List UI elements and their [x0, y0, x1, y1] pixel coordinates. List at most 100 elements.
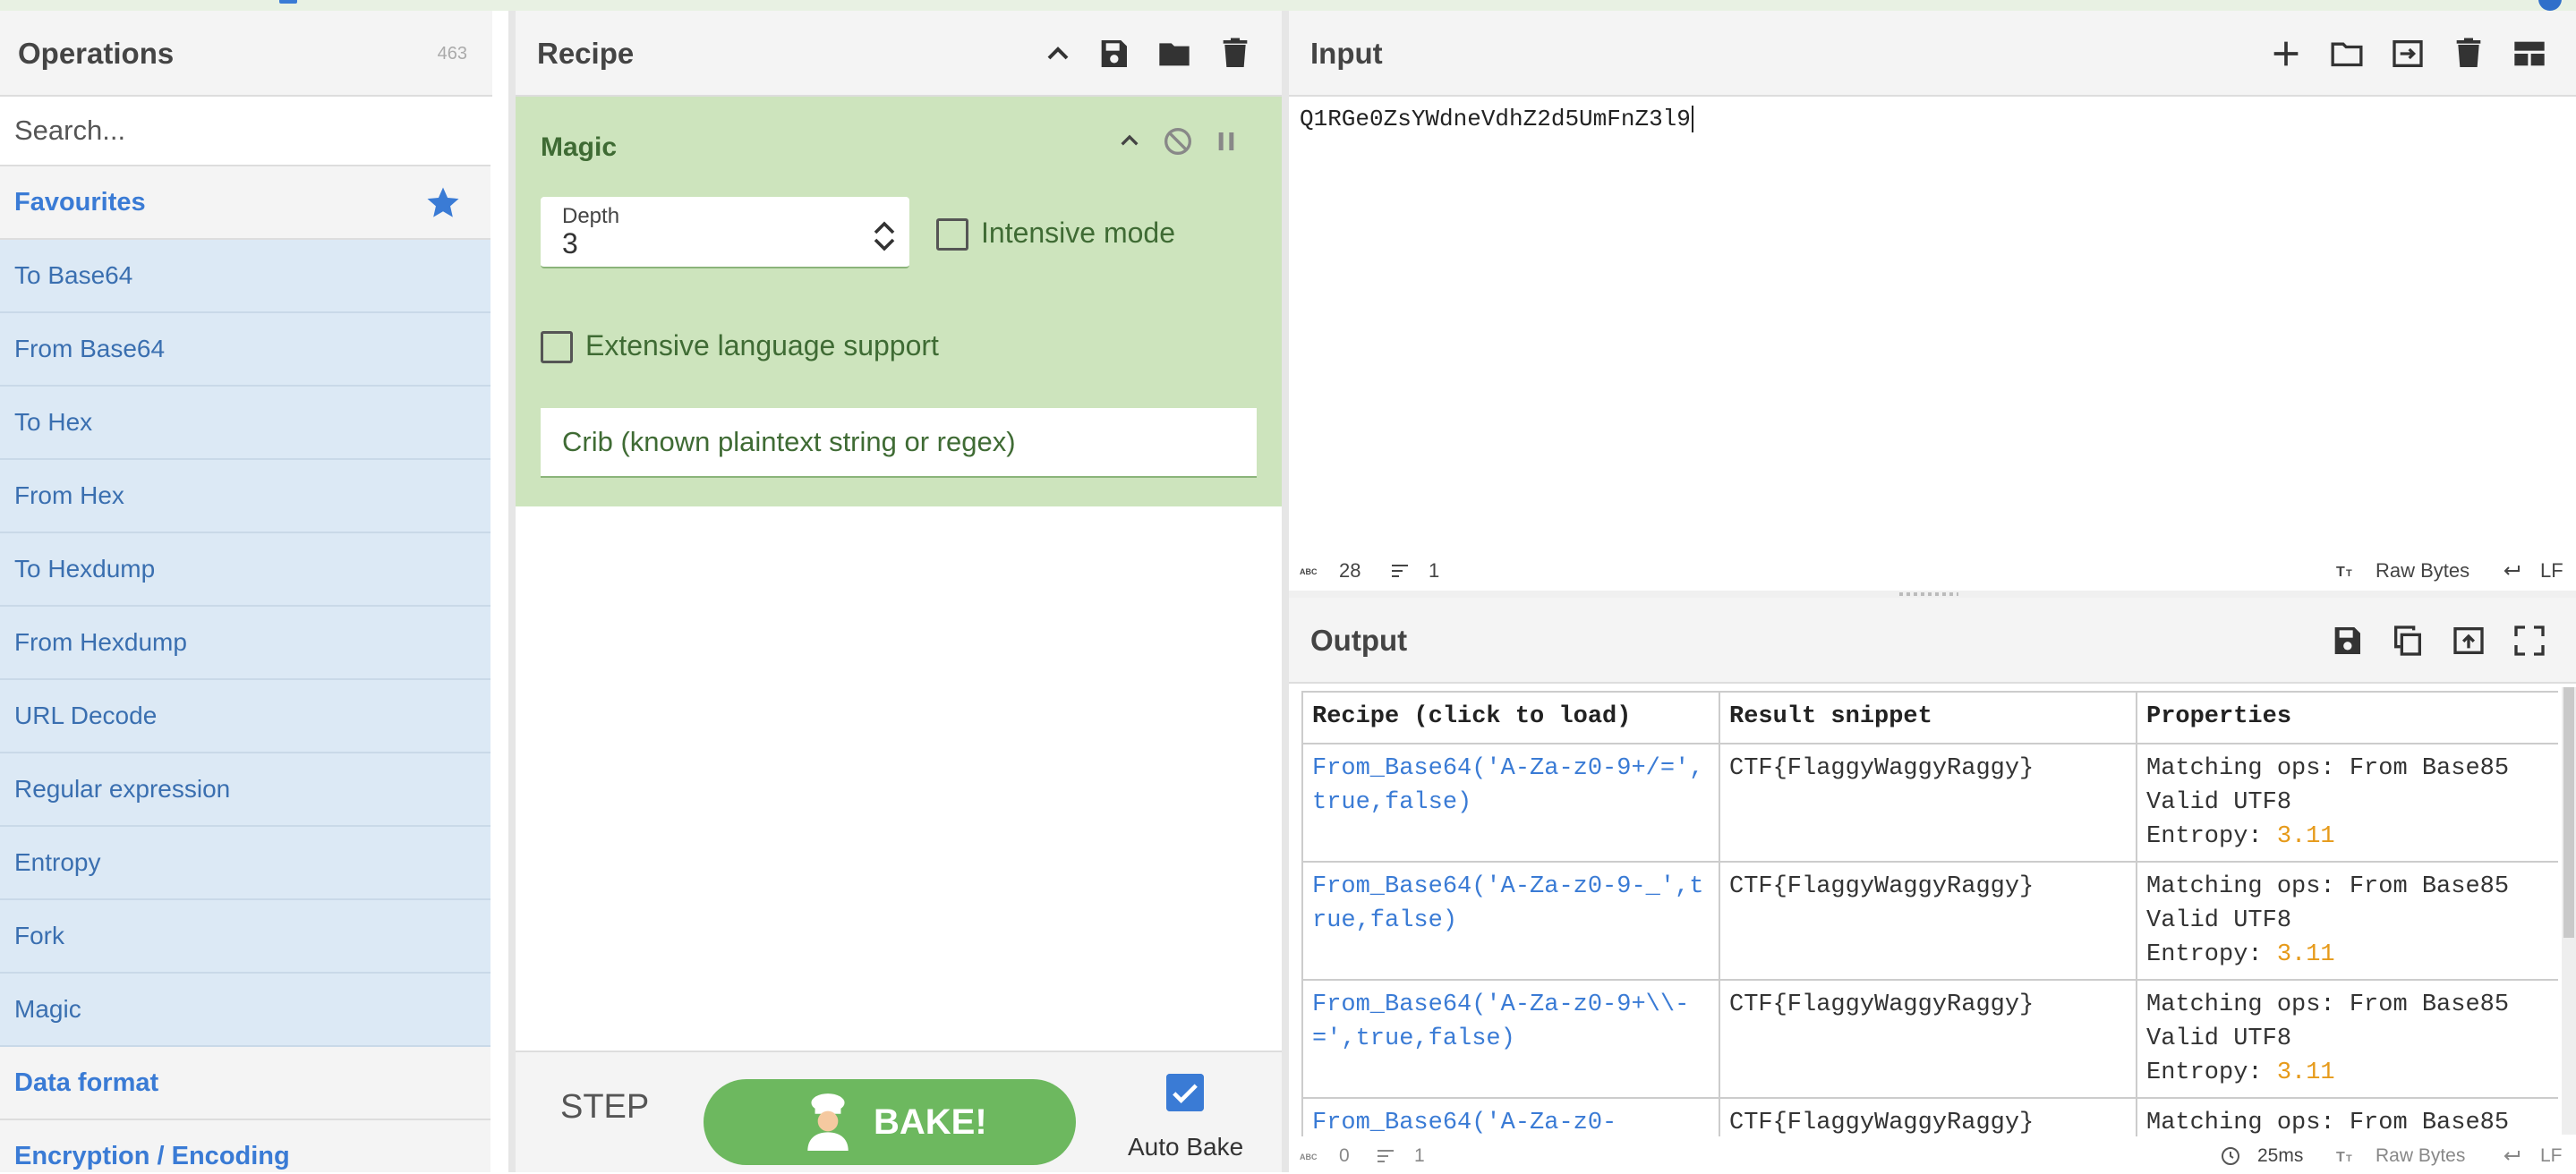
- recipe-panel: Recipe Magic Depth 3 Intensive mode Exte…: [516, 11, 1282, 1172]
- open-folder-icon[interactable]: [2329, 36, 2365, 72]
- depth-value[interactable]: 3: [562, 227, 578, 260]
- output-status-bar: ABC 0 1 25ms TT Raw Bytes LF: [1289, 1138, 2576, 1174]
- load-recipe-folder-icon[interactable]: [1156, 36, 1192, 72]
- recipe-load-link[interactable]: From_Base64('A-Za-z0-: [1301, 1097, 1720, 1136]
- recipe-load-link[interactable]: From_Base64('A-Za-z0-9+\\-=',true,false): [1301, 979, 1720, 1099]
- matching-ops: Matching ops: From Base85: [2146, 873, 2510, 900]
- result-snippet: CTF{FlaggyWaggyRaggy}: [1719, 743, 2137, 863]
- text-encoding-icon: TT: [2336, 1150, 2352, 1165]
- valid-utf8: Valid UTF8: [2146, 789, 2292, 816]
- input-panel: Input Q1RGe0ZsYWdneVdhZ2d5UmFnZ3l9 ABC 2…: [1289, 11, 2576, 591]
- operation-item-url-decode[interactable]: URL Decode: [0, 680, 490, 753]
- recipe-load-link[interactable]: From_Base64('A-Za-z0-9+/=',true,false): [1301, 743, 1720, 863]
- bake-label: BAKE!: [874, 1102, 987, 1142]
- add-input-plus-icon[interactable]: [2268, 36, 2304, 72]
- entropy-label: Entropy:: [2146, 941, 2277, 968]
- entropy-label: Entropy:: [2146, 1059, 2277, 1086]
- copy-output-icon[interactable]: [2390, 623, 2426, 659]
- operation-item-from-hexdump[interactable]: From Hexdump: [0, 607, 490, 680]
- category-data-format-label: Data format: [14, 1068, 159, 1097]
- operations-header: Operations 463: [0, 11, 492, 97]
- disable-operation-icon[interactable]: [1160, 123, 1196, 159]
- input-text: Q1RGe0ZsYWdneVdhZ2d5UmFnZ3l9: [1300, 106, 1691, 132]
- properties-cell: Matching ops: From Base85 Valid UTF8 Ent…: [2136, 743, 2558, 863]
- operation-item-magic[interactable]: Magic: [0, 974, 490, 1047]
- svg-text:ABC: ABC: [1300, 1153, 1318, 1161]
- operation-list: To Base64 From Base64 To Hex From Hex To…: [0, 240, 490, 1047]
- depth-field[interactable]: Depth 3: [541, 197, 909, 268]
- input-char-count: 28: [1339, 559, 1361, 582]
- clear-input-trash-icon[interactable]: [2451, 36, 2486, 72]
- operation-item-entropy[interactable]: Entropy: [0, 827, 490, 900]
- io-divider-grip[interactable]: [1899, 592, 1958, 596]
- input-eol[interactable]: LF: [2540, 553, 2563, 589]
- magic-results-table: Recipe (click to load) Result snippet Pr…: [1301, 691, 2558, 1136]
- input-line-count: 1: [1429, 559, 1440, 582]
- extensive-language-checkbox[interactable]: [541, 331, 573, 363]
- category-favourites[interactable]: Favourites: [0, 166, 490, 240]
- operation-item-from-hex[interactable]: From Hex: [0, 460, 490, 533]
- svg-text:T: T: [2346, 568, 2352, 579]
- star-icon: [427, 187, 459, 217]
- crib-input[interactable]: [541, 408, 1257, 476]
- operation-item-to-base64[interactable]: To Base64: [0, 240, 490, 313]
- output-scrollbar[interactable]: [2562, 687, 2576, 1135]
- clear-recipe-trash-icon[interactable]: [1217, 36, 1253, 72]
- svg-text:ABC: ABC: [1300, 567, 1318, 576]
- pause-breakpoint-icon[interactable]: [1208, 123, 1244, 159]
- save-output-icon[interactable]: [2329, 623, 2365, 659]
- entropy-line: Entropy: 3.11: [2146, 938, 2549, 972]
- input-header: Input: [1289, 11, 2576, 97]
- recipe-load-link[interactable]: From_Base64('A-Za-z0-9-_',true,false): [1301, 861, 1720, 981]
- properties-cell: Matching ops: From Base85 Valid UTF8 Ent…: [2136, 979, 2558, 1099]
- ops-recipe-resizer[interactable]: [508, 11, 516, 1172]
- recipe-title: Recipe: [537, 37, 635, 70]
- recipe-header: Recipe: [516, 11, 1282, 97]
- entropy-value: 3.11: [2276, 1059, 2335, 1086]
- output-encoding[interactable]: Raw Bytes: [2376, 1138, 2465, 1174]
- output-eol[interactable]: LF: [2540, 1138, 2563, 1174]
- depth-stepper-icon[interactable]: [872, 218, 897, 254]
- table-row: From_Base64('A-Za-z0-9-_',true,false) CT…: [1301, 861, 2558, 981]
- replace-input-with-output-icon[interactable]: [2451, 623, 2486, 659]
- io-divider[interactable]: [1289, 591, 2576, 598]
- lines-icon: [1378, 1150, 1394, 1162]
- output-scrollbar-thumb[interactable]: [2563, 687, 2574, 938]
- entropy-line: Entropy: 3.11: [2146, 820, 2549, 854]
- result-snippet: CTF{FlaggyWaggyRaggy}: [1719, 861, 2137, 981]
- operation-item-to-hex[interactable]: To Hex: [0, 387, 490, 460]
- save-recipe-icon[interactable]: [1096, 36, 1131, 72]
- category-encryption-encoding[interactable]: Encryption / Encoding: [0, 1120, 490, 1172]
- reset-layout-icon[interactable]: [2512, 36, 2547, 72]
- search-input[interactable]: [0, 97, 490, 165]
- column-header-recipe: Recipe (click to load): [1301, 691, 1720, 744]
- operation-item-to-hexdump[interactable]: To Hexdump: [0, 533, 490, 607]
- entropy-value: 3.11: [2276, 941, 2335, 968]
- intensive-mode-checkbox[interactable]: [936, 218, 968, 251]
- lines-icon: [1392, 565, 1408, 577]
- column-header-result: Result snippet: [1719, 691, 2137, 744]
- collapse-chevron-icon[interactable]: [1112, 123, 1147, 159]
- table-row: From_Base64('A-Za-z0-9+\\-=',true,false)…: [1301, 979, 2558, 1099]
- operation-item-from-base64[interactable]: From Base64: [0, 313, 490, 387]
- top-bar-mark: [279, 0, 297, 4]
- input-textarea[interactable]: Q1RGe0ZsYWdneVdhZ2d5UmFnZ3l9: [1300, 106, 1693, 133]
- entropy-value: 3.11: [2276, 823, 2335, 850]
- valid-utf8: Valid UTF8: [2146, 1025, 2292, 1052]
- abc-length-icon: ABC: [1300, 1153, 1318, 1161]
- step-button[interactable]: STEP: [560, 1088, 649, 1127]
- column-header-properties: Properties: [2136, 691, 2558, 744]
- entropy-line: Entropy: 3.11: [2146, 1056, 2549, 1090]
- top-bar-circle-icon[interactable]: [2538, 0, 2562, 11]
- recipe-io-resizer[interactable]: [1282, 11, 1289, 1172]
- auto-bake-checkbox[interactable]: [1166, 1074, 1204, 1111]
- operation-item-fork[interactable]: Fork: [0, 900, 490, 974]
- operation-item-regular-expression[interactable]: Regular expression: [0, 753, 490, 827]
- maximize-output-icon[interactable]: [2512, 623, 2547, 659]
- input-encoding[interactable]: Raw Bytes: [2376, 553, 2469, 589]
- matching-ops: Matching ops: From Base85: [2146, 1110, 2510, 1136]
- category-data-format[interactable]: Data format: [0, 1047, 490, 1120]
- chevron-up-icon[interactable]: [1040, 36, 1076, 72]
- open-file-icon[interactable]: [2390, 36, 2426, 72]
- bake-button[interactable]: BAKE!: [704, 1079, 1076, 1165]
